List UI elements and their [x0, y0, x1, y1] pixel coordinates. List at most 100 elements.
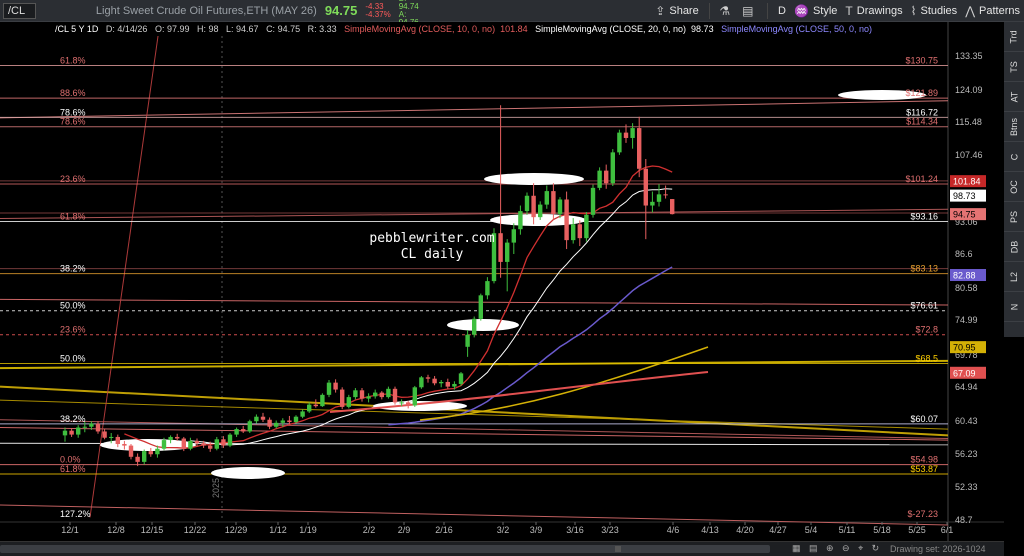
side-tab-l2[interactable]: L2 — [1004, 262, 1024, 292]
side-tab-trd[interactable]: Trd — [1004, 22, 1024, 52]
candle-body — [208, 445, 213, 449]
fib-percent-label: 88.6% — [60, 88, 86, 98]
candle-body — [610, 152, 615, 184]
candle-body — [76, 427, 81, 435]
side-tab-btns[interactable]: Btns — [1004, 112, 1024, 142]
candle-body — [115, 436, 120, 445]
candle-body — [161, 440, 167, 449]
share-button[interactable]: ⇪ Share — [651, 0, 702, 22]
side-tab-c[interactable]: C — [1004, 142, 1024, 172]
share-label: Share — [669, 4, 699, 17]
candle-body — [260, 416, 266, 420]
candle-body — [201, 443, 206, 446]
candle-body — [584, 214, 589, 239]
side-tab-label: Trd — [1008, 29, 1019, 44]
side-tab-at[interactable]: AT — [1004, 82, 1024, 112]
fib-price-label: $72.8 — [915, 325, 938, 335]
header-high: H: 98 — [196, 24, 219, 34]
fib-percent-label: 38.2% — [60, 414, 86, 424]
candle-body — [485, 281, 490, 296]
header-sma10[interactable]: SimpleMovingAvg (CLOSE, 10, 0, no) — [344, 24, 495, 34]
side-tab-label: PS — [1008, 210, 1019, 223]
price-tick-label: 86.6 — [955, 249, 973, 259]
side-tab-db[interactable]: DB — [1004, 232, 1024, 262]
price-chart[interactable]: 2025 61.8%88.6%78.6%78.6%23.6%61.8%38.2%… — [0, 22, 1004, 541]
header-open: O: 97.99 — [154, 24, 190, 34]
studies-button[interactable]: ⌇ Studies — [907, 0, 962, 22]
side-tab-label: AT — [1009, 91, 1019, 102]
candle-body — [458, 373, 464, 384]
time-tick-label: 1/19 — [299, 525, 317, 535]
price-badge-label: 70.95 — [953, 343, 976, 353]
fib-price-label: $60.07 — [910, 414, 938, 424]
header-sma50[interactable]: SimpleMovingAvg (CLOSE, 50, 0, no) — [721, 24, 872, 34]
candle-body — [577, 224, 582, 239]
candle-body — [128, 445, 134, 457]
candle-body — [274, 422, 279, 427]
side-tab-ps[interactable]: PS — [1004, 202, 1024, 232]
candle-body — [340, 389, 345, 407]
candle-body — [234, 429, 239, 435]
candle-body — [472, 318, 477, 335]
time-tick-label: 3/23 — [601, 525, 619, 535]
header-low: L: 94.67 — [226, 24, 259, 34]
zoom-controls[interactable]: ▦ ▤ ⊕ ⊖ ⌖ ↻ — [792, 543, 882, 554]
candle-body — [511, 229, 516, 243]
side-tab-oc[interactable]: OC — [1004, 172, 1024, 202]
candle-body — [155, 448, 160, 455]
price-tick-label: 56.23 — [955, 449, 978, 459]
flask-button[interactable]: ⚗ — [715, 0, 738, 22]
fib-percent-label: 61.8% — [60, 212, 86, 222]
candle-body — [109, 436, 114, 438]
drawings-label: Drawings — [856, 4, 903, 17]
time-tick-label: 2/16 — [435, 525, 453, 535]
side-tab-label: TS — [1008, 60, 1019, 73]
time-tick-label: 12/22 — [184, 525, 207, 535]
scrollbar-thumb[interactable] — [0, 545, 770, 553]
price-tick-label: 115.48 — [955, 117, 982, 127]
fib-price-label: $-27.23 — [907, 509, 938, 519]
annotation-site: pebblewriter.com — [369, 231, 494, 246]
side-tab-ts[interactable]: TS — [1004, 52, 1024, 82]
fib-price-label: $130.75 — [905, 56, 938, 66]
time-tick-label: 12/15 — [141, 525, 164, 535]
candle-body — [194, 440, 200, 444]
header-sma20[interactable]: SimpleMovingAvg (CLOSE, 20, 0, no) — [535, 24, 686, 34]
candle-body — [670, 199, 675, 215]
print-button[interactable]: ▤ — [738, 0, 761, 22]
candle-body — [439, 381, 444, 384]
candle-body — [406, 402, 411, 406]
time-scrollbar[interactable]: ▦ ▤ ⊕ ⊖ ⌖ ↻ Drawing set: 2026-1024 — [0, 541, 1004, 556]
candle-body — [531, 195, 536, 218]
time-tick-label: 6/1 — [941, 525, 954, 535]
patterns-button[interactable]: ⋀ Patterns — [961, 0, 1024, 22]
time-tick-label: 2/2 — [363, 525, 376, 535]
symbol-input[interactable]: /CL — [3, 2, 36, 19]
candle-body — [505, 242, 510, 262]
style-button[interactable]: ♒ Style — [790, 0, 841, 22]
candle-body — [643, 168, 648, 206]
net-change: -4.33 -4.37% — [365, 2, 390, 19]
grid: 2025 — [0, 22, 1004, 541]
drawings-button[interactable]: T Drawings — [841, 0, 906, 22]
flask-icon: ⚗ — [719, 3, 731, 18]
candle-body — [478, 295, 483, 319]
candle-body — [181, 438, 186, 449]
candle-body — [551, 191, 556, 214]
candle-body — [300, 411, 305, 417]
fib-price-label: $53.87 — [910, 464, 938, 474]
candle-body — [425, 377, 431, 379]
fib-percent-label: 38.2% — [60, 264, 86, 274]
patterns-label: Patterns — [979, 4, 1020, 17]
period-button[interactable]: D — [774, 0, 790, 22]
side-tab-n[interactable]: N — [1004, 292, 1024, 322]
fib-percent-label: 127.2% — [60, 509, 91, 519]
candle-body — [353, 390, 358, 398]
candle-body — [89, 423, 94, 427]
candle-body — [597, 170, 602, 188]
price-badge-label: 94.75 — [953, 210, 976, 220]
candle-body — [571, 224, 576, 241]
scrollbar-grip[interactable] — [615, 546, 621, 552]
price-badge-label: 82.88 — [953, 271, 976, 281]
candle-body — [623, 132, 629, 138]
